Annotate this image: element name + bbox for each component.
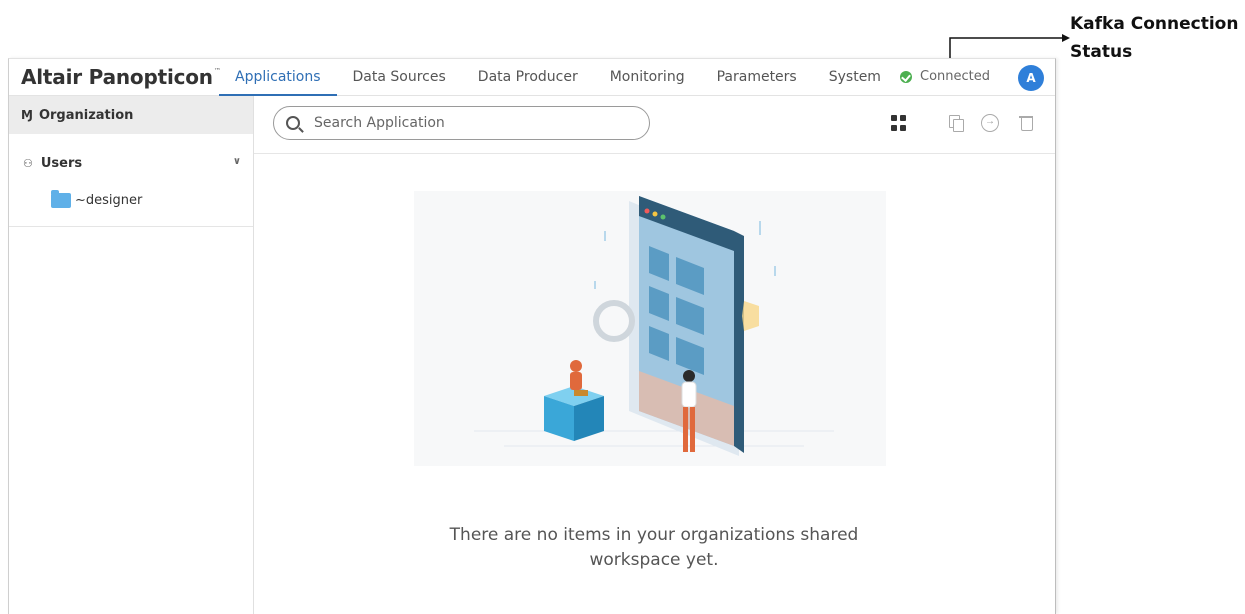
tab-data-sources[interactable]: Data Sources xyxy=(337,59,462,96)
tab-parameters[interactable]: Parameters xyxy=(701,59,813,96)
sidebar-item-organization[interactable]: Ɱ Organization xyxy=(9,96,253,134)
organization-label: Organization xyxy=(38,107,134,123)
empty-state-line-2: workspace yet. xyxy=(589,550,719,570)
empty-state-line-1: There are no items in your organizations… xyxy=(449,525,859,545)
connection-status: Connected xyxy=(900,69,990,84)
annotation-line-1: Kafka Connection xyxy=(1070,14,1239,34)
sidebar-item-users[interactable]: ⚇ Users ∨ xyxy=(9,144,253,182)
organization-icon: Ɱ xyxy=(21,108,33,122)
search-input[interactable] xyxy=(314,115,634,131)
status-label: Connected xyxy=(920,69,991,84)
grid-view-icon[interactable] xyxy=(890,114,908,132)
toolbar: → xyxy=(254,96,1055,154)
sidebar-divider xyxy=(9,226,253,227)
chevron-down-icon[interactable]: ∨ xyxy=(233,156,241,167)
trash-icon[interactable] xyxy=(1018,114,1036,132)
main-content: → xyxy=(254,96,1055,614)
folder-label: ~designer xyxy=(75,192,143,208)
sidebar-item-designer-folder[interactable]: ~designer xyxy=(9,182,253,218)
users-label: Users xyxy=(40,155,83,171)
empty-state-message: There are no items in your organizations… xyxy=(404,523,904,573)
logo: Altair Panopticon™ xyxy=(21,65,221,89)
empty-state-illustration xyxy=(414,191,886,466)
users-icon: ⚇ xyxy=(23,156,33,170)
search-box xyxy=(273,106,650,140)
sidebar: Ɱ Organization ⚇ Users ∨ ~designer xyxy=(9,96,254,614)
annotation-line-2: Status xyxy=(1070,42,1133,62)
tab-data-producer[interactable]: Data Producer xyxy=(462,59,594,96)
search-icon xyxy=(286,116,300,130)
main-nav: Applications Data Sources Data Producer … xyxy=(219,59,897,96)
tab-system[interactable]: System xyxy=(813,59,897,96)
tab-monitoring[interactable]: Monitoring xyxy=(594,59,701,96)
copy-icon[interactable] xyxy=(947,114,965,132)
annotation-label: Kafka Connection Status xyxy=(1070,10,1238,66)
folder-icon xyxy=(51,189,71,208)
top-bar: Altair Panopticon™ Applications Data Sou… xyxy=(9,59,1055,96)
move-icon[interactable]: → xyxy=(981,114,999,132)
tab-applications[interactable]: Applications xyxy=(219,59,337,96)
app-window: Altair Panopticon™ Applications Data Sou… xyxy=(8,58,1056,614)
avatar[interactable]: A xyxy=(1018,65,1044,91)
logo-text: Altair Panopticon xyxy=(21,65,213,89)
check-circle-icon xyxy=(900,70,912,83)
